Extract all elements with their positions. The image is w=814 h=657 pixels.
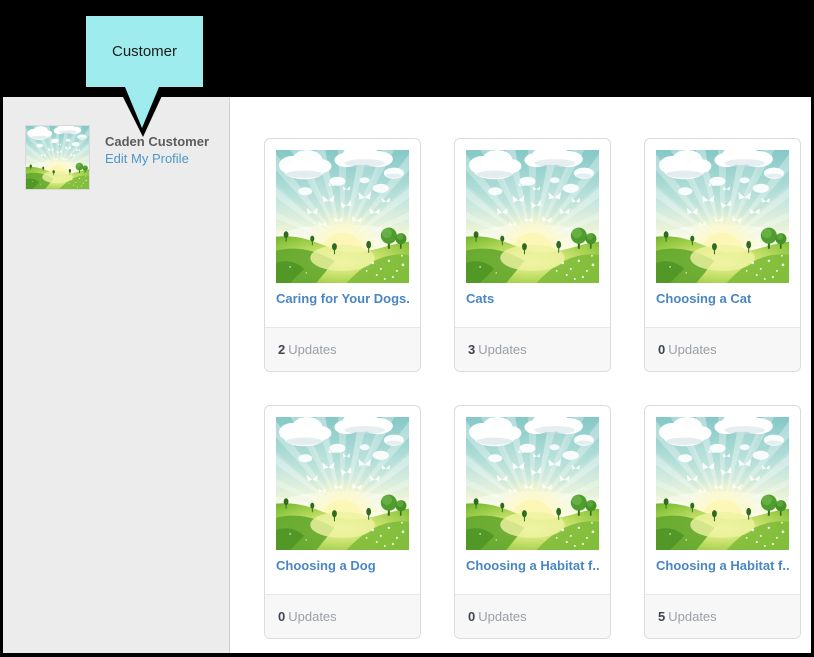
updates-label: Updates: [668, 609, 717, 624]
notebook-title-link[interactable]: Cats: [466, 291, 599, 306]
top-banner: Customer: [0, 0, 814, 137]
updates-count: 0: [278, 609, 286, 624]
updates-label: Updates: [478, 609, 527, 624]
updates-label: Updates: [288, 342, 337, 357]
card-footer: 0 Updates: [645, 327, 800, 371]
notebook-title-link[interactable]: Choosing a Habitat f...: [656, 558, 789, 573]
notebook-grid: Caring for Your Dogs... 2 Updates Cats 3U…: [264, 138, 811, 639]
notebook-card[interactable]: Cats 3 Updates: [454, 138, 611, 372]
updates-count: 2: [278, 342, 286, 357]
card-footer: 0 Updates: [265, 594, 420, 638]
card-footer: 0 Updates: [455, 594, 610, 638]
card-body: Choosing a Dog: [265, 406, 420, 594]
notebook-thumbnail[interactable]: [656, 417, 789, 550]
content-area: Caden Customer Edit My Profile Caring fo…: [3, 97, 811, 653]
card-body: Choosing a Habitat f...: [455, 406, 610, 594]
updates-count: 0: [658, 342, 666, 357]
notebook-thumbnail[interactable]: [276, 417, 409, 550]
updates-count: 5: [658, 609, 666, 624]
callout-arrow-icon: [118, 87, 166, 137]
card-body: Choosing a Habitat f...: [645, 406, 800, 594]
notebook-thumbnail[interactable]: [656, 150, 789, 283]
updates-label: Updates: [478, 342, 527, 357]
notebook-title-link[interactable]: Caring for Your Dogs...: [276, 291, 409, 306]
notebook-title-link[interactable]: Choosing a Cat: [656, 291, 789, 306]
card-footer: 5 Updates: [645, 594, 800, 638]
customer-callout: Customer: [84, 14, 205, 137]
notebook-card[interactable]: Choosing a Cat 0 Updates: [644, 138, 801, 372]
main-panel: Caring for Your Dogs... 2 Updates Cats 3U…: [230, 97, 811, 653]
notebook-card[interactable]: Choosing a Habitat f... 5 Updates: [644, 405, 801, 639]
card-body: Caring for Your Dogs...: [265, 139, 420, 327]
notebook-thumbnail[interactable]: [466, 417, 599, 550]
card-footer: 2 Updates: [265, 327, 420, 371]
notebook-title-link[interactable]: Choosing a Dog: [276, 558, 409, 573]
updates-count: 3: [468, 342, 476, 357]
edit-profile-link[interactable]: Edit My Profile: [105, 151, 189, 167]
notebook-card[interactable]: Choosing a Habitat f... 0 Updates: [454, 405, 611, 639]
notebook-thumbnail[interactable]: [276, 150, 409, 283]
notebook-thumbnail[interactable]: [466, 150, 599, 283]
callout-label: Customer: [84, 14, 205, 89]
notebook-card[interactable]: Caring for Your Dogs... 2 Updates: [264, 138, 421, 372]
card-body: Cats: [455, 139, 610, 327]
card-body: Choosing a Cat: [645, 139, 800, 327]
sidebar: Caden Customer Edit My Profile: [3, 97, 230, 653]
app-window: { "tooltip": { "label": "Customer" }, "s…: [0, 0, 814, 657]
notebook-title-link[interactable]: Choosing a Habitat f...: [466, 558, 599, 573]
updates-label: Updates: [668, 342, 717, 357]
updates-count: 0: [468, 609, 476, 624]
notebook-card[interactable]: Choosing a Dog 0 Updates: [264, 405, 421, 639]
updates-label: Updates: [288, 609, 337, 624]
avatar[interactable]: [25, 125, 90, 190]
card-footer: 3 Updates: [455, 327, 610, 371]
